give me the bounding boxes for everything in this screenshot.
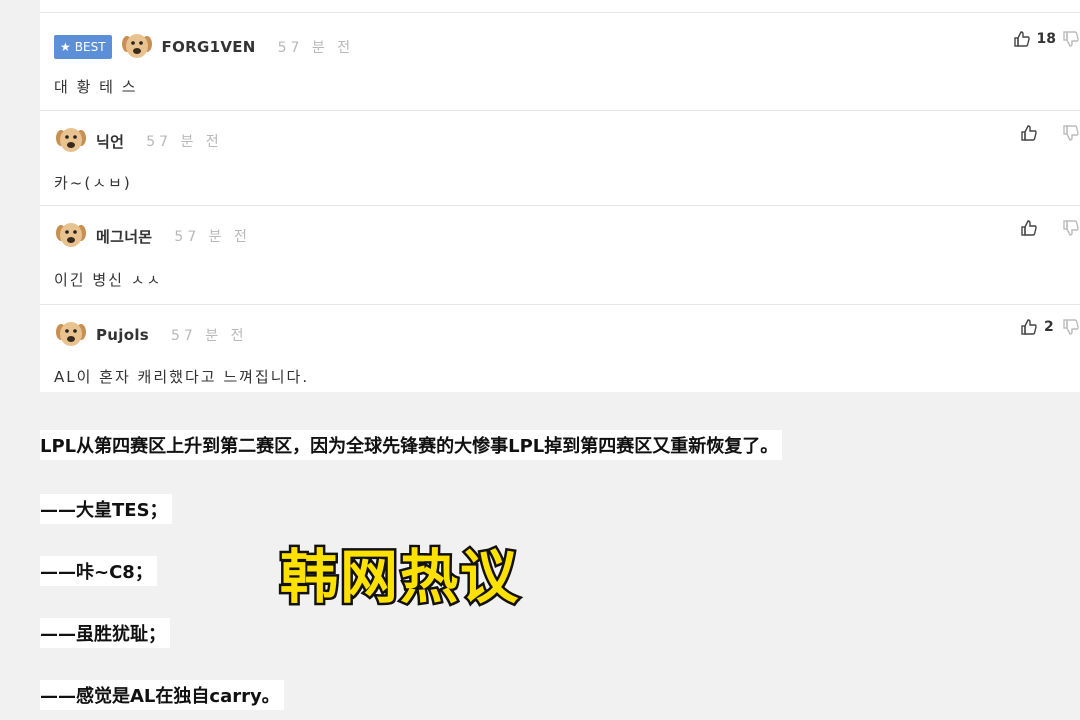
like-count: 18 [1036,31,1056,47]
article-line: LPL从第四赛区上升到第二赛区，因为全球先锋赛的大惨事LPL掉到第四赛区又重新恢… [40,430,783,460]
comment-item: 닉언 57 분 전 카~(ㅅㅂ) [40,112,1080,206]
comment-votes [1020,124,1080,142]
comment-author[interactable]: FORG1VEN [162,38,256,56]
comment-item: Pujols 57 분 전 AL이 혼자 캐리했다고 느껴집니다. 2 [40,306,1080,392]
comment-body: 이긴 병신 ㅅㅅ [54,271,163,289]
puppy-avatar-icon[interactable] [54,124,88,158]
like-count: 2 [1044,319,1054,335]
puppy-avatar-icon[interactable] [54,219,88,253]
comment-author[interactable]: 메그너몬 [96,226,152,247]
comment-header: 메그너몬 57 분 전 [54,219,251,253]
best-badge: ★ BEST [54,35,112,59]
comment-time: 57 분 전 [146,134,223,150]
comment-time: 57 분 전 [174,229,251,245]
article-line: ——感觉是AL在独自carry。 [40,680,284,710]
article-line: ——大皇TES； [40,494,172,524]
article-line: ——咔~C8； [40,556,157,586]
comment-item: 메그너몬 57 분 전 이긴 병신 ㅅㅅ [40,207,1080,305]
thumbs-up-icon[interactable] [1020,318,1038,336]
comment-header: 닉언 57 분 전 [54,124,223,158]
thumbs-up-icon[interactable] [1020,124,1038,142]
thumbs-up-icon[interactable] [1020,219,1038,237]
comment-header: ★ BEST FORG1VEN 57 분 전 [54,30,354,64]
comment-header: Pujols 57 분 전 [54,318,247,352]
thumbs-down-icon[interactable] [1062,30,1080,48]
comment-votes: 2 [1020,318,1080,336]
thumbs-down-icon[interactable] [1062,219,1080,237]
comment-time: 57 분 전 [171,328,248,344]
puppy-avatar-icon[interactable] [120,30,154,64]
comment-body: 카~(ㅅㅂ) [54,174,132,192]
comment-item-best: ★ BEST FORG1VEN 57 분 전 대 황 테 스 18 [40,14,1080,111]
thumbs-down-icon[interactable] [1062,124,1080,142]
comment-votes: 18 [1013,30,1080,48]
article-line: ——虽胜犹耻； [40,618,170,648]
comment-time: 57 분 전 [277,40,355,56]
puppy-avatar-icon[interactable] [54,318,88,352]
comment-body: 대 황 테 스 [54,78,138,96]
thumbs-up-icon[interactable] [1013,30,1031,48]
comment-author[interactable]: Pujols [96,326,149,344]
thumbs-down-icon[interactable] [1062,318,1080,336]
star-icon: ★ [60,40,71,54]
comment-author[interactable]: 닉언 [96,131,124,152]
overlay-caption: 韩网热议 [277,541,521,614]
comment-votes [1020,219,1080,237]
top-divider [40,12,1080,13]
comment-body: AL이 혼자 캐리했다고 느껴집니다. [54,368,310,386]
best-badge-label: BEST [74,40,106,54]
